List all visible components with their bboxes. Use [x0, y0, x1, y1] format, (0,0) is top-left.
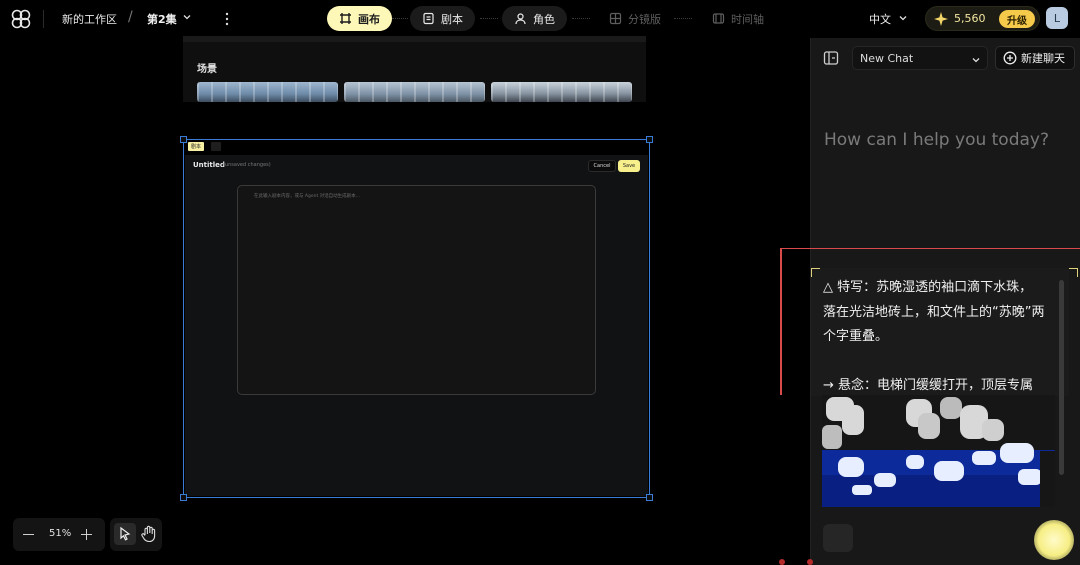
character-icon: [515, 13, 526, 25]
hand-tool-icon[interactable]: [140, 524, 158, 544]
selection-corner: [811, 268, 820, 277]
scene-node[interactable]: 场景: [183, 36, 646, 102]
tab-storyboard-label: 分镜版: [628, 12, 661, 26]
tab-connector: [480, 18, 498, 19]
resize-handle[interactable]: [646, 494, 653, 501]
credits-count: 5,560: [954, 12, 986, 25]
zoom-controls: 51%: [13, 518, 105, 551]
script-icon: [423, 12, 434, 25]
selection-frame: [183, 139, 650, 498]
highlight-frame-edge: [780, 248, 782, 395]
canvas-tools: [110, 518, 162, 551]
node-type-tag: 剧本: [188, 142, 205, 151]
canvas-icon: [340, 13, 351, 24]
app-logo-icon[interactable]: [10, 8, 32, 30]
message-line: △ 特写：苏晚湿透的袖口滴下水珠，: [823, 280, 1033, 295]
tab-canvas[interactable]: 画布: [327, 6, 392, 31]
zoom-in-icon[interactable]: [86, 529, 88, 540]
resize-handle[interactable]: [180, 136, 187, 143]
more-options-icon[interactable]: [222, 11, 232, 27]
obscured-content-image: [822, 395, 1055, 507]
top-bar: 新的工作区 / 第2集 画布 剧本 角色 分镜版 时间轴 中文 5,560 升级…: [0, 0, 1080, 38]
scene-thumbnail[interactable]: [491, 82, 632, 102]
decorative-dots: [779, 559, 813, 565]
tab-character[interactable]: 角色: [502, 6, 567, 31]
tab-canvas-label: 画布: [358, 12, 380, 26]
scene-thumbnail[interactable]: [344, 82, 485, 102]
scene-section-title: 场景: [197, 64, 217, 75]
chevron-down-icon: [972, 58, 980, 63]
chat-selector-label: New Chat: [860, 52, 914, 65]
chevron-down-icon[interactable]: [182, 12, 192, 22]
scene-node-top-strip: [183, 36, 646, 42]
select-tool-button[interactable]: [114, 523, 136, 545]
language-selector[interactable]: 中文: [869, 11, 891, 27]
message-line: 个字重叠。: [823, 329, 889, 344]
new-chat-button[interactable]: 新建聊天: [995, 46, 1075, 70]
tab-connector: [572, 18, 590, 19]
sparkle-icon: [934, 12, 948, 26]
tab-connector: [392, 18, 408, 19]
attach-button[interactable]: [823, 524, 853, 552]
divider: [43, 10, 44, 28]
scene-thumbnail[interactable]: [197, 82, 338, 102]
tab-character-label: 角色: [533, 12, 555, 26]
avatar[interactable]: L: [1046, 7, 1068, 29]
breadcrumb-separator: /: [128, 9, 133, 25]
tab-script[interactable]: 剧本: [410, 6, 475, 31]
pointer-icon: [120, 526, 131, 541]
chat-scrollbar[interactable]: [1059, 280, 1064, 475]
credits-badge[interactable]: 5,560 升级: [925, 6, 1040, 31]
zoom-out-icon[interactable]: [23, 534, 34, 536]
tab-connector: [674, 18, 692, 19]
chat-message-text: △ 特写：苏晚湿透的袖口滴下水珠， 落在光洁地砖上，和文件上的“苏晚”两 个字重…: [823, 276, 1059, 399]
resize-handle[interactable]: [180, 494, 187, 501]
storyboard-icon: [609, 12, 622, 25]
upgrade-button[interactable]: 升级: [999, 10, 1035, 28]
chat-welcome-text: How can I help you today?: [824, 130, 1050, 150]
sidebar-toggle-icon[interactable]: [823, 50, 839, 66]
message-line: 落在光洁地砖上，和文件上的“苏晚”两: [823, 304, 1045, 320]
tab-timeline-label: 时间轴: [731, 12, 764, 26]
tab-storyboard[interactable]: 分镜版: [597, 6, 673, 31]
expand-icon[interactable]: [211, 142, 221, 151]
timeline-icon: [712, 13, 725, 24]
plus-circle-icon: [1003, 51, 1017, 65]
chevron-down-icon[interactable]: [898, 13, 908, 23]
selection-corner: [1069, 268, 1078, 277]
new-chat-label: 新建聊天: [1021, 52, 1065, 65]
resize-handle[interactable]: [646, 136, 653, 143]
tab-script-label: 剧本: [441, 12, 463, 26]
cursor-highlight: [1034, 520, 1074, 560]
workspace-name[interactable]: 新的工作区: [62, 11, 117, 27]
chat-selector[interactable]: New Chat: [852, 46, 988, 70]
tab-timeline[interactable]: 时间轴: [700, 6, 776, 31]
zoom-level: 51%: [49, 528, 72, 539]
episode-selector[interactable]: 第2集: [147, 11, 177, 27]
